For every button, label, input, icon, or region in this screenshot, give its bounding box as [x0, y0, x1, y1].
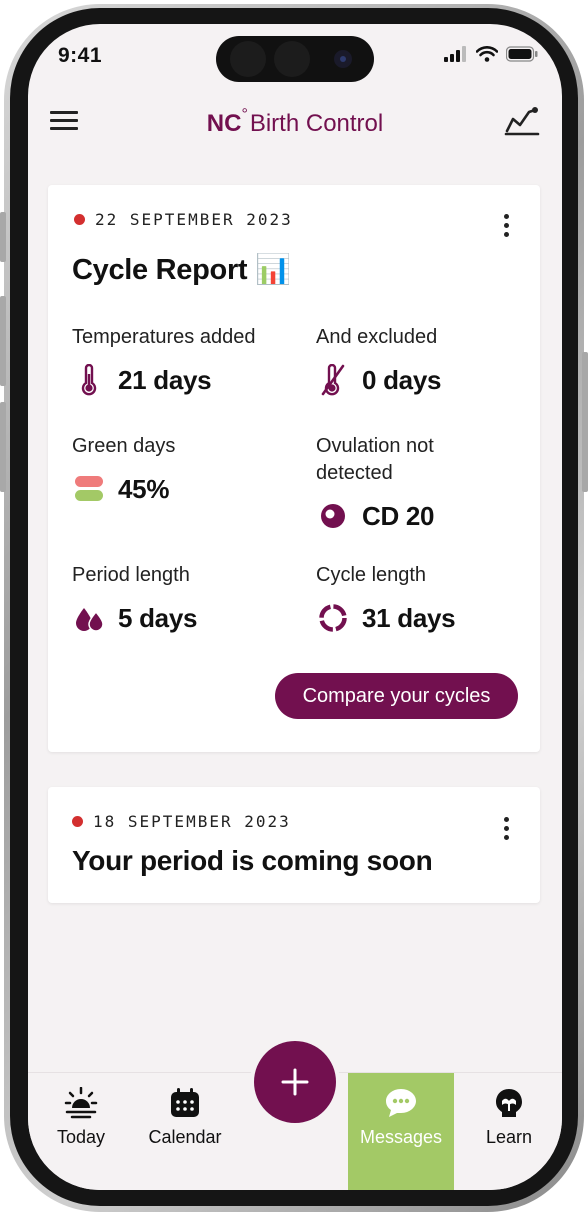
stat-period-length: Period length 5 days: [72, 562, 292, 635]
app-header: NC°Birth Control: [28, 94, 562, 154]
cycle-report-card: 22 SEPTEMBER 2023 Cycle Report 📊 Tempera…: [48, 185, 540, 752]
stat-value: 31 days: [362, 602, 456, 633]
tab-calendar[interactable]: Calendar: [132, 1073, 238, 1190]
stat-cycle-length: Cycle length 31 days: [316, 562, 516, 635]
side-button: [0, 296, 6, 386]
learn-icon: [456, 1085, 562, 1121]
more-options-icon: [500, 214, 512, 237]
sensor-lens: [274, 41, 310, 77]
temperature-graph-icon: [504, 107, 540, 136]
brand-name: Birth Control: [249, 110, 384, 137]
chat-bubble-icon: [348, 1085, 454, 1121]
stat-excluded: And excluded 0 days: [316, 324, 516, 397]
tab-label: Learn: [485, 1127, 533, 1147]
tab-messages[interactable]: Messages: [348, 1073, 454, 1190]
status-time: 9:41: [58, 44, 103, 67]
stat-green-days: Green days 45%: [72, 433, 292, 506]
add-data-button[interactable]: [254, 1041, 336, 1123]
stat-value: 0 days: [362, 364, 442, 395]
status-icons: [444, 46, 538, 62]
brand-prefix: NC: [206, 110, 242, 137]
dynamic-island: [216, 36, 374, 82]
front-camera: [334, 50, 352, 68]
alert-dot: [74, 214, 85, 225]
card-options-button[interactable]: [500, 214, 512, 241]
tab-label: Today: [56, 1127, 106, 1147]
stat-value: 21 days: [118, 364, 212, 395]
battery-icon: [506, 46, 538, 62]
app-screen: 9:41 NC°Birth Control 22 SEPTEMBER 2023 …: [28, 24, 562, 1190]
side-button: [0, 212, 6, 262]
sunrise-icon: [28, 1085, 134, 1121]
stat-label: Cycle length: [316, 564, 427, 586]
side-button: [0, 402, 6, 492]
brand-degree: °: [241, 106, 248, 123]
stat-temperatures-added: Temperatures added 21 days: [72, 324, 292, 397]
stat-label: Ovulation not detected: [316, 435, 434, 484]
brand-logo: NC°Birth Control: [28, 106, 562, 138]
stat-ovulation: Ovulation not detected CD 20: [316, 433, 516, 533]
period-drops-icon: [72, 601, 106, 635]
compare-cycles-button[interactable]: Compare your cycles: [275, 673, 518, 719]
tab-learn[interactable]: Learn: [456, 1073, 562, 1190]
stat-value: CD 20: [362, 500, 435, 531]
graph-button[interactable]: [504, 104, 540, 141]
tab-today[interactable]: Today: [28, 1073, 134, 1190]
card-options-button[interactable]: [500, 817, 512, 844]
stat-label: Green days: [72, 435, 176, 457]
stat-label: Temperatures added: [72, 326, 256, 348]
stat-label: And excluded: [316, 326, 438, 348]
tab-label: Calendar: [148, 1127, 222, 1147]
sensor-lens: [230, 41, 266, 77]
stat-value: 5 days: [118, 602, 198, 633]
plus-icon: [281, 1068, 309, 1096]
wifi-icon: [476, 46, 498, 62]
status-bar: 9:41: [28, 24, 562, 94]
side-button: [582, 352, 588, 492]
card-date: 22 SEPTEMBER 2023: [95, 210, 293, 229]
card-date: 18 SEPTEMBER 2023: [93, 812, 291, 831]
thermometer-icon: [72, 363, 106, 397]
cellular-signal-icon: [444, 46, 466, 62]
green-days-icon: [72, 472, 106, 506]
tab-label: Messages: [359, 1127, 443, 1147]
alert-dot: [72, 816, 83, 827]
card-date-row: 18 SEPTEMBER 2023: [72, 812, 291, 831]
stat-label: Period length: [72, 564, 190, 586]
period-reminder-card[interactable]: 18 SEPTEMBER 2023 Your period is coming …: [48, 787, 540, 903]
cycle-ring-icon: [316, 601, 350, 635]
card-title: Cycle Report 📊: [72, 254, 291, 286]
ovulation-icon: [316, 499, 350, 533]
more-options-icon: [500, 817, 512, 840]
card-date-row: 22 SEPTEMBER 2023: [74, 210, 293, 229]
calendar-icon: [132, 1085, 238, 1121]
excluded-thermometer-icon: [316, 363, 350, 397]
card-title: Your period is coming soon: [72, 845, 433, 876]
stat-value: 45%: [118, 473, 170, 504]
